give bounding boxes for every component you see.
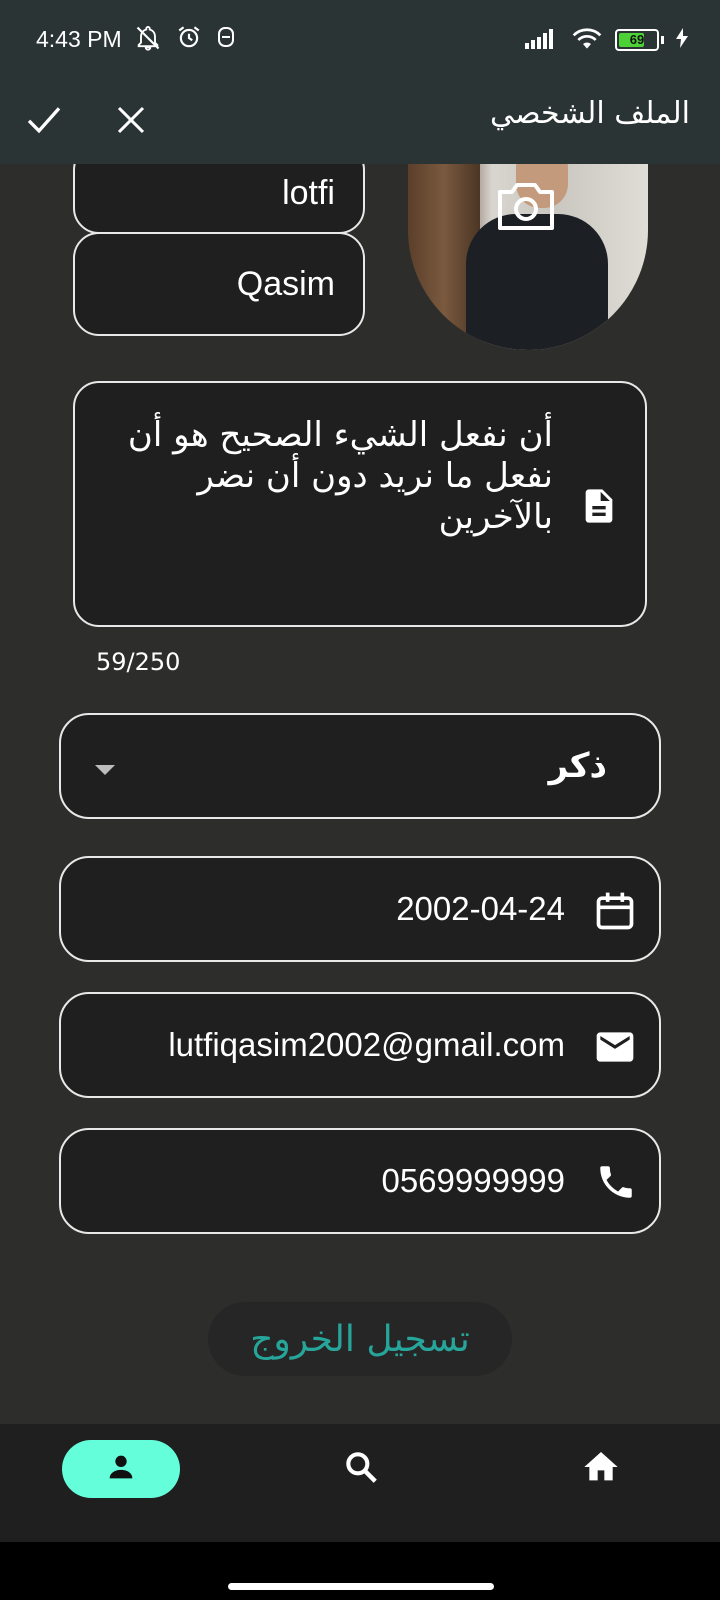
last-name-field[interactable]: Qasim	[73, 232, 365, 336]
signal-icon	[525, 27, 559, 53]
calendar-icon[interactable]	[593, 889, 637, 937]
profile-form: lotfi Qasim أن نفعل الشيء الصحيح هو أن ن…	[0, 164, 720, 1424]
search-icon	[342, 1448, 380, 1490]
gesture-area	[0, 1542, 720, 1600]
wifi-icon	[571, 26, 603, 54]
phone-value: 0569999999	[381, 1162, 565, 1199]
status-time: 4:43 PM	[36, 26, 122, 52]
avatar[interactable]	[408, 164, 648, 350]
mute-notifications-icon	[134, 24, 162, 52]
battery-level: 69	[629, 32, 645, 47]
alarm-icon	[176, 24, 202, 52]
document-icon	[579, 486, 619, 530]
charging-icon	[676, 28, 688, 52]
first-name-value: lotfi	[282, 174, 335, 212]
data-saver-icon	[216, 24, 236, 52]
phone-field[interactable]: 0569999999	[59, 1128, 661, 1234]
email-icon	[593, 1025, 637, 1073]
gesture-bar[interactable]	[228, 1583, 494, 1590]
battery-tip	[661, 36, 664, 44]
first-name-field[interactable]: lotfi	[73, 164, 365, 234]
person-icon	[104, 1450, 138, 1488]
email-field[interactable]: lutfiqasim2002@gmail.com	[59, 992, 661, 1098]
bio-field[interactable]: أن نفعل الشيء الصحيح هو أن نفعل ما نريد …	[73, 381, 647, 627]
bio-value: أن نفعل الشيء الصحيح هو أن نفعل ما نريد …	[127, 415, 553, 537]
bio-counter: 59/250	[96, 648, 181, 676]
status-icons-right: 69	[525, 26, 688, 54]
nav-profile[interactable]	[62, 1440, 180, 1498]
bottom-nav	[0, 1424, 720, 1542]
home-icon	[581, 1447, 621, 1491]
check-icon	[24, 100, 64, 144]
status-icons-left	[134, 24, 236, 52]
chevron-down-icon	[95, 765, 115, 775]
gender-value: ذكر	[548, 746, 607, 786]
last-name-value: Qasim	[236, 265, 335, 303]
gender-dropdown[interactable]: ذكر	[59, 713, 661, 819]
birth-date-field[interactable]: 2002-04-24	[59, 856, 661, 962]
page-title: الملف الشخصي	[490, 96, 690, 131]
logout-button[interactable]: تسجيل الخروج	[208, 1302, 512, 1376]
nav-search[interactable]	[302, 1440, 420, 1498]
phone-icon	[595, 1161, 637, 1207]
status-bar: 4:43 PM 69	[0, 0, 720, 80]
nav-home[interactable]	[542, 1440, 660, 1498]
battery-icon: 69	[615, 29, 659, 51]
birth-date-value: 2002-04-24	[396, 890, 565, 927]
close-icon	[113, 102, 149, 142]
cancel-button[interactable]	[103, 94, 159, 150]
camera-icon[interactable]	[494, 178, 558, 238]
confirm-button[interactable]	[16, 94, 72, 150]
email-value: lutfiqasim2002@gmail.com	[168, 1026, 565, 1063]
app-bar: الملف الشخصي	[0, 80, 720, 164]
